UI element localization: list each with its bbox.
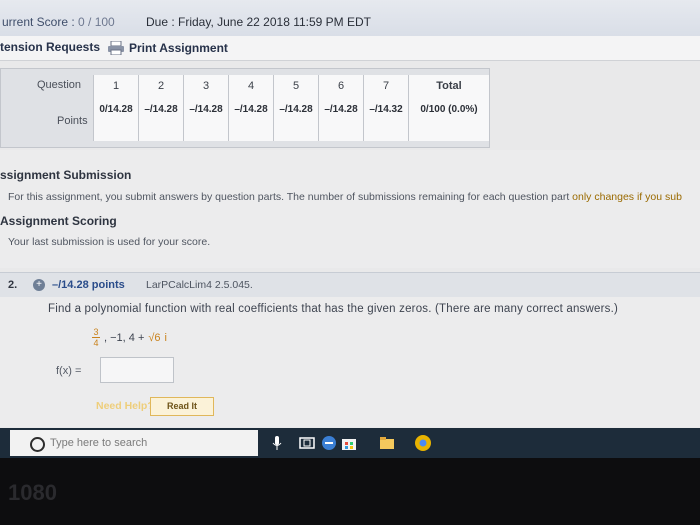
question-body: Find a polynomial function with real coe…	[0, 297, 700, 427]
question-points: –/14.28	[189, 104, 223, 115]
score-col-1[interactable]: 1 0/14.28	[93, 75, 138, 141]
due-date: Due : Friday, June 22 2018 11:59 PM EDT	[146, 15, 372, 29]
search-placeholder: Type here to search	[50, 437, 148, 449]
score-col-5[interactable]: 5 –/14.28	[273, 75, 318, 141]
submission-text-main: For this assignment, you submit answers …	[8, 191, 573, 203]
submission-heading: ssignment Submission	[0, 168, 132, 182]
scoring-text: Your last submission is used for your sc…	[8, 236, 211, 248]
microphone-icon[interactable]	[268, 434, 286, 452]
question-source: LarPCalcLim4 2.5.045.	[146, 279, 253, 291]
submission-text: For this assignment, you submit answers …	[8, 191, 682, 203]
submission-text-highlight: only changes if you sub	[572, 191, 682, 203]
expand-icon[interactable]: +	[33, 279, 45, 291]
assignment-links-bar: tension Requests Print Assignment	[0, 36, 700, 61]
fx-label: f(x) =	[56, 365, 82, 377]
score-col-7[interactable]: 7 –/14.32	[363, 75, 408, 141]
scoring-heading: Assignment Scoring	[0, 214, 117, 228]
printer-icon	[108, 41, 124, 55]
score-col-total: Total 0/100 (0.0%)	[408, 75, 489, 141]
total-label: Total	[436, 80, 462, 92]
edge-browser-icon[interactable]	[320, 434, 338, 452]
question-number: 5	[292, 80, 300, 92]
bezel-logo: 1080	[8, 480, 57, 505]
taskbar-search[interactable]: Type here to search	[10, 430, 258, 456]
question-points: –/14.28	[324, 104, 358, 115]
score-label: urrent Score :	[2, 15, 79, 29]
score-value: 0 / 100	[78, 15, 115, 29]
read-it-button[interactable]: Read It	[150, 397, 214, 416]
question-number: 6	[337, 80, 345, 92]
fraction-numerator: 3	[93, 327, 99, 337]
fraction-denominator: 4	[93, 338, 99, 348]
question-row-label: Question	[37, 79, 82, 91]
question-points: –/14.32	[369, 104, 403, 115]
question-points: 0/14.28	[99, 104, 133, 115]
extension-requests-link[interactable]: tension Requests	[0, 40, 100, 54]
total-value: 0/100 (0.0%)	[420, 104, 478, 115]
print-assignment-button[interactable]: Print Assignment	[108, 39, 228, 57]
question-number: 2	[157, 80, 165, 92]
given-zeros: 3 4 , −1, 4 + √6 i	[92, 327, 167, 348]
need-help-label: Need Help?	[96, 400, 154, 412]
windows-taskbar: Type here to search	[0, 428, 700, 458]
task-view-icon[interactable]	[298, 434, 316, 452]
imaginary-unit: i	[164, 331, 167, 344]
question-points: –/14.28	[279, 104, 313, 115]
question-number: 7	[382, 80, 390, 92]
question-number: 1	[112, 80, 120, 92]
score-col-2[interactable]: 2 –/14.28	[138, 75, 183, 141]
question-number-label: 2.	[8, 279, 18, 291]
sqrt-term: √6	[148, 331, 161, 344]
folder-icon[interactable]	[378, 434, 396, 452]
question-prompt: Find a polynomial function with real coe…	[48, 303, 619, 315]
current-score: urrent Score : 0 / 100	[2, 15, 115, 29]
monitor-bezel: 1080	[0, 458, 700, 525]
points-row-label: Points	[57, 115, 88, 127]
question-number: 3	[202, 80, 210, 92]
store-icon[interactable]	[340, 434, 358, 452]
question-header: 2. + –/14.28 points LarPCalcLim4 2.5.045…	[0, 272, 700, 298]
score-col-3[interactable]: 3 –/14.28	[183, 75, 228, 141]
score-col-4[interactable]: 4 –/14.28	[228, 75, 273, 141]
cortana-icon	[30, 437, 45, 452]
question-points: –/14.28	[144, 104, 178, 115]
question-points: –/14.28	[234, 104, 268, 115]
assignment-header: urrent Score : 0 / 100 Due : Friday, Jun…	[0, 0, 700, 37]
fraction-zero: 3 4	[92, 327, 100, 348]
score-table: Question Points 1 0/14.28 2 –/14.28 3 –/…	[0, 68, 490, 148]
zeros-rest: , −1, 4 +	[104, 331, 145, 344]
question-number: 4	[247, 80, 255, 92]
chrome-icon[interactable]	[414, 434, 432, 452]
score-col-6[interactable]: 6 –/14.28	[318, 75, 363, 141]
question-points-label: –/14.28 points	[52, 279, 125, 291]
answer-input[interactable]	[100, 357, 174, 383]
print-assignment-label: Print Assignment	[129, 41, 228, 55]
submission-info: ssignment Submission For this assignment…	[0, 150, 700, 268]
